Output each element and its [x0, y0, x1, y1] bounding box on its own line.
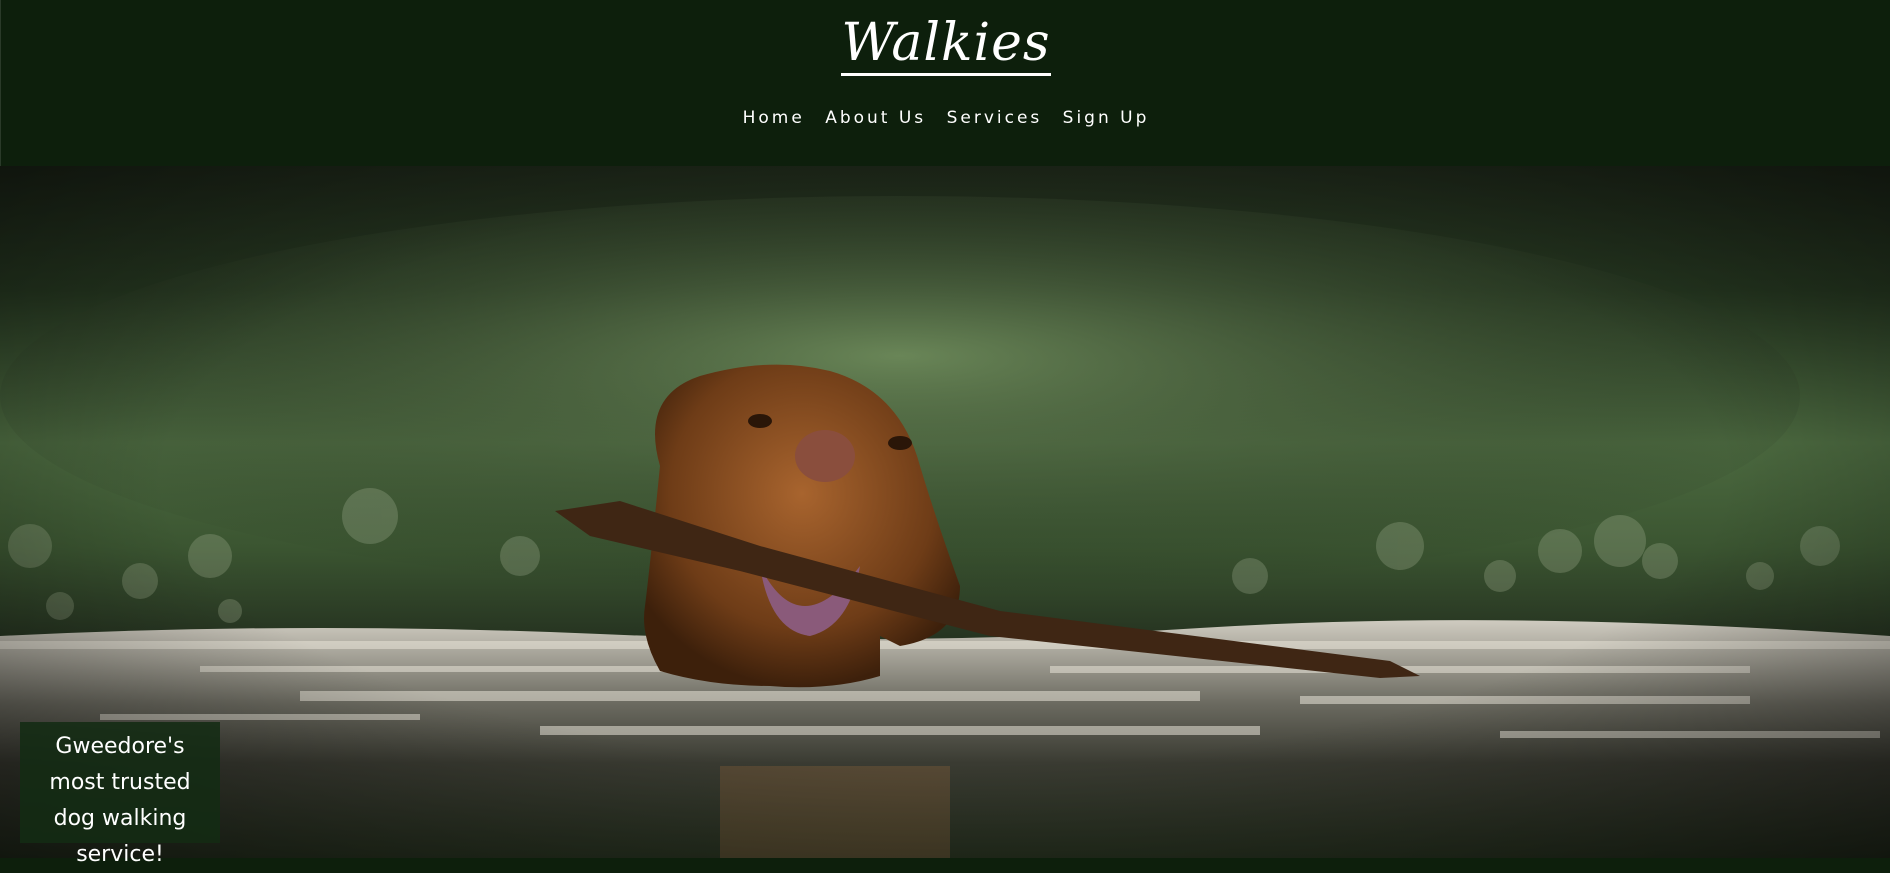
main-nav: Home About Us Services Sign Up	[1, 108, 1890, 128]
hero-banner	[0, 166, 1890, 858]
hero-tagline: Gweedore's most trusted dog walking serv…	[20, 722, 220, 867]
nav-home-link[interactable]: Home	[743, 108, 805, 128]
nav-services-link[interactable]: Services	[947, 108, 1043, 128]
site-header: Walkies Home About Us Services Sign Up	[0, 0, 1890, 166]
site-title-link[interactable]: Walkies	[1, 8, 1890, 78]
hero-dog-photo	[0, 166, 1890, 858]
site-title[interactable]: Walkies	[841, 13, 1051, 76]
nav-about-link[interactable]: About Us	[825, 108, 926, 128]
nav-signup-link[interactable]: Sign Up	[1063, 108, 1150, 128]
